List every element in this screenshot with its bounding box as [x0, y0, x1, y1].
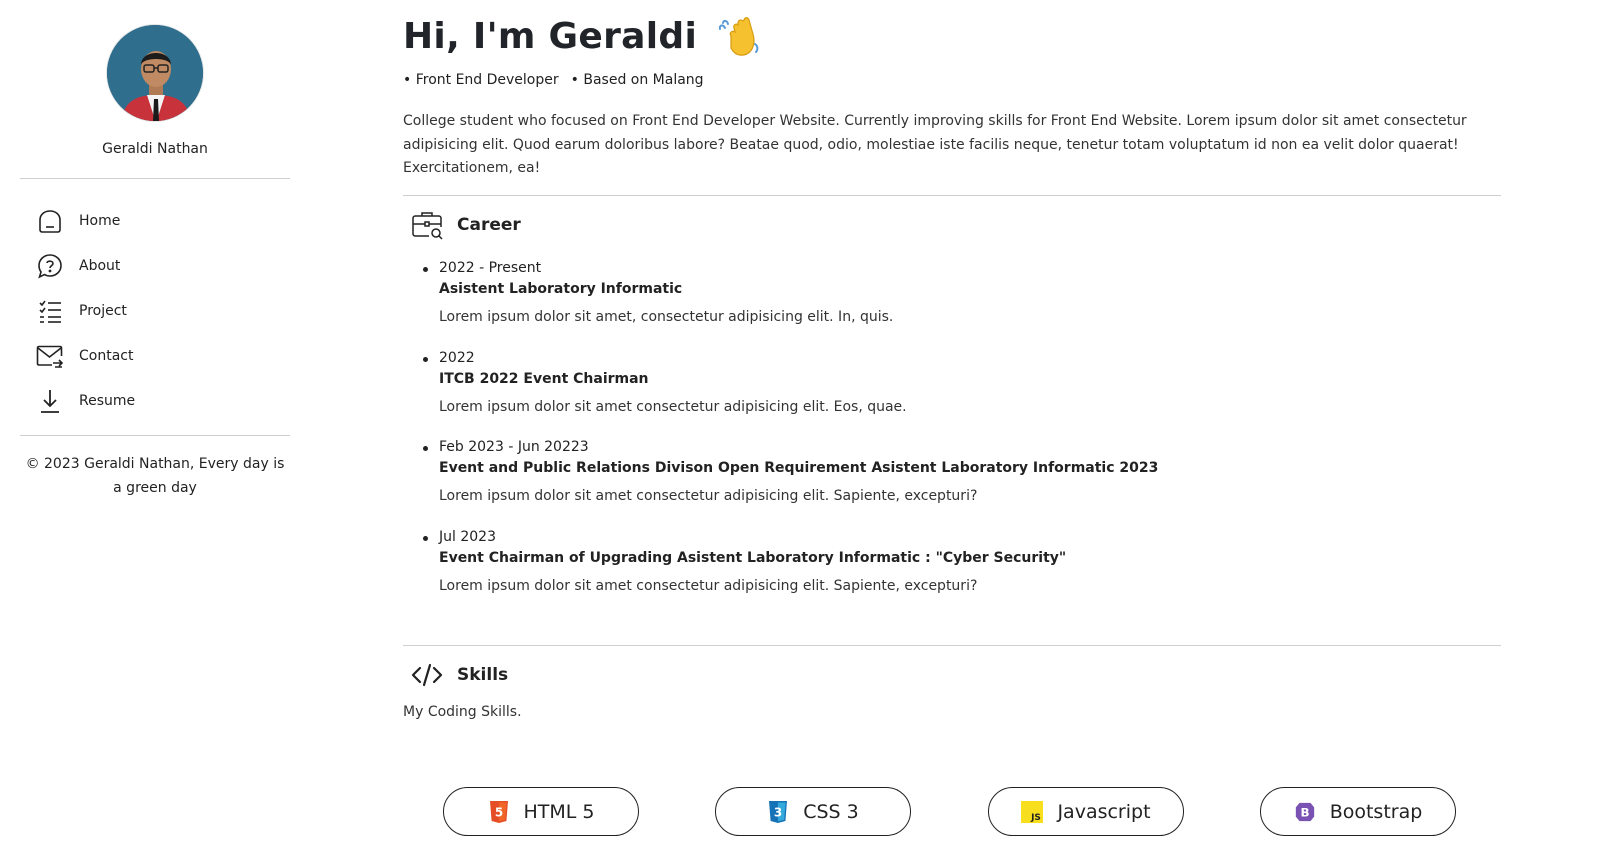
briefcase-icon	[411, 209, 443, 241]
career-item: Jul 2023 Event Chairman of Upgrading Asi…	[421, 527, 1481, 617]
svg-text:B: B	[1300, 805, 1309, 819]
skill-html5-button[interactable]: 5 HTML 5	[443, 787, 639, 836]
question-icon	[36, 252, 64, 280]
skill-label: Bootstrap	[1329, 800, 1423, 823]
svg-text:5: 5	[494, 805, 502, 819]
skills-title: Skills	[457, 665, 509, 685]
code-icon	[411, 659, 443, 691]
html5-icon: 5	[488, 800, 510, 824]
avatar	[106, 24, 204, 122]
sidebar-item-label: Resume	[79, 392, 136, 409]
skill-label: CSS 3	[803, 800, 859, 823]
sidebar-item-label: Contact	[79, 347, 134, 364]
sidebar-item-about[interactable]: About	[36, 243, 276, 288]
bio-text: College student who focused on Front End…	[403, 113, 1467, 176]
career-item: 2022 - Present Asistent Laboratory Infor…	[421, 258, 1481, 348]
career-item: Feb 2023 - Jun 20223 Event and Public Re…	[421, 437, 1481, 527]
profile-name: Geraldi Nathan	[102, 141, 208, 157]
career-role: Event Chairman of Upgrading Asistent Lab…	[439, 549, 1067, 566]
sidebar-item-label: Home	[79, 212, 121, 229]
location-tag: • Based on Malang	[570, 72, 704, 88]
footer-text: © 2023 Geraldi Nathan, Every day is a gr…	[25, 456, 285, 496]
career-list: 2022 - Present Asistent Laboratory Infor…	[421, 258, 1481, 616]
divider-skills	[403, 645, 1501, 646]
list-check-icon	[36, 297, 64, 325]
home-icon	[36, 207, 64, 235]
career-item: 2022 ITCB 2022 Event Chairman Lorem ipsu…	[421, 348, 1481, 438]
sidebar-item-home[interactable]: Home	[36, 198, 276, 243]
sidebar: Geraldi Nathan Home About Project Contac…	[20, 0, 290, 863]
career-description: Lorem ipsum dolor sit amet consectetur a…	[439, 398, 907, 415]
divider-career	[403, 195, 1501, 196]
career-date: 2022	[439, 349, 475, 366]
svg-text:JS: JS	[1031, 813, 1042, 823]
career-role: ITCB 2022 Event Chairman	[439, 370, 649, 387]
career-role: Event and Public Relations Divison Open …	[439, 460, 1159, 476]
sidebar-item-label: About	[79, 257, 121, 274]
sidebar-nav: Home About Project Contact Resume	[36, 198, 276, 423]
download-icon	[36, 387, 64, 415]
page-title: Hi, I'm Geraldi	[403, 15, 698, 57]
skill-label: HTML 5	[523, 800, 595, 823]
bootstrap-icon: B	[1294, 800, 1316, 824]
profile-tags: • Front End Developer • Based on Malang	[403, 72, 704, 88]
career-date: Jul 2023	[439, 528, 496, 545]
skills-header: Skills	[411, 659, 508, 691]
career-role: Asistent Laboratory Informatic	[439, 281, 683, 297]
sidebar-item-resume[interactable]: Resume	[36, 378, 276, 423]
career-header: Career	[411, 209, 521, 241]
skills-subtitle: My Coding Skills.	[403, 704, 522, 720]
sidebar-divider-top	[20, 178, 290, 179]
career-description: Lorem ipsum dolor sit amet consectetur a…	[439, 577, 978, 594]
javascript-icon: JS	[1021, 800, 1044, 824]
title-row: Hi, I'm Geraldi	[403, 14, 761, 58]
sidebar-divider-bottom	[20, 435, 290, 436]
career-description: Lorem ipsum dolor sit amet, consectetur …	[439, 309, 894, 325]
career-description: Lorem ipsum dolor sit amet consectetur a…	[439, 488, 978, 504]
waving-hand-icon	[717, 14, 761, 58]
sidebar-item-contact[interactable]: Contact	[36, 333, 276, 378]
svg-text:3: 3	[774, 805, 782, 819]
sidebar-item-project[interactable]: Project	[36, 288, 276, 333]
career-title: Career	[457, 215, 521, 235]
skill-bootstrap-button[interactable]: B Bootstrap	[1260, 787, 1456, 836]
career-date: Feb 2023 - Jun 20223	[439, 439, 589, 455]
sidebar-item-label: Project	[79, 302, 127, 319]
skill-label: Javascript	[1057, 800, 1151, 823]
role-tag: • Front End Developer	[403, 72, 559, 88]
skill-javascript-button[interactable]: JS Javascript	[988, 787, 1184, 836]
career-date: 2022 - Present	[439, 260, 542, 276]
skill-css3-button[interactable]: 3 CSS 3	[715, 787, 911, 836]
css3-icon: 3	[767, 800, 789, 824]
mail-icon	[36, 342, 64, 370]
